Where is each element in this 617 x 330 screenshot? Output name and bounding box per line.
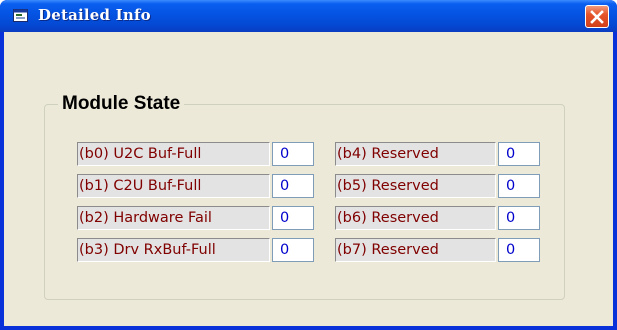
state-label-b6: (b6) Reserved (335, 206, 496, 230)
state-value-b7[interactable]: 0 (498, 238, 540, 262)
state-value-b5[interactable]: 0 (498, 174, 540, 198)
state-value-b2[interactable]: 0 (272, 206, 314, 230)
state-label-b3: (b3) Drv RxBuf-Full (77, 238, 270, 262)
state-label-b4: (b4) Reserved (335, 142, 496, 166)
state-value-b0[interactable]: 0 (272, 142, 314, 166)
title-bar[interactable]: Detailed Info (0, 0, 617, 32)
state-value-b1[interactable]: 0 (272, 174, 314, 198)
window-title: Detailed Info (38, 6, 151, 24)
app-window-icon[interactable] (13, 9, 28, 22)
close-button[interactable] (585, 5, 609, 28)
state-label-b0: (b0) U2C Buf-Full (77, 142, 270, 166)
module-state-title: Module State (58, 92, 185, 116)
state-label-b1: (b1) C2U Buf-Full (77, 174, 270, 198)
detailed-info-window: Detailed Info Module State (b0) U2C Buf-… (0, 0, 617, 330)
state-value-b4[interactable]: 0 (498, 142, 540, 166)
close-x-icon (590, 10, 604, 24)
state-value-b3[interactable]: 0 (272, 238, 314, 262)
state-value-b6[interactable]: 0 (498, 206, 540, 230)
state-label-b7: (b7) Reserved (335, 238, 496, 262)
module-state-groupbox (44, 104, 565, 300)
state-label-b5: (b5) Reserved (335, 174, 496, 198)
state-label-b2: (b2) Hardware Fail (77, 206, 270, 230)
